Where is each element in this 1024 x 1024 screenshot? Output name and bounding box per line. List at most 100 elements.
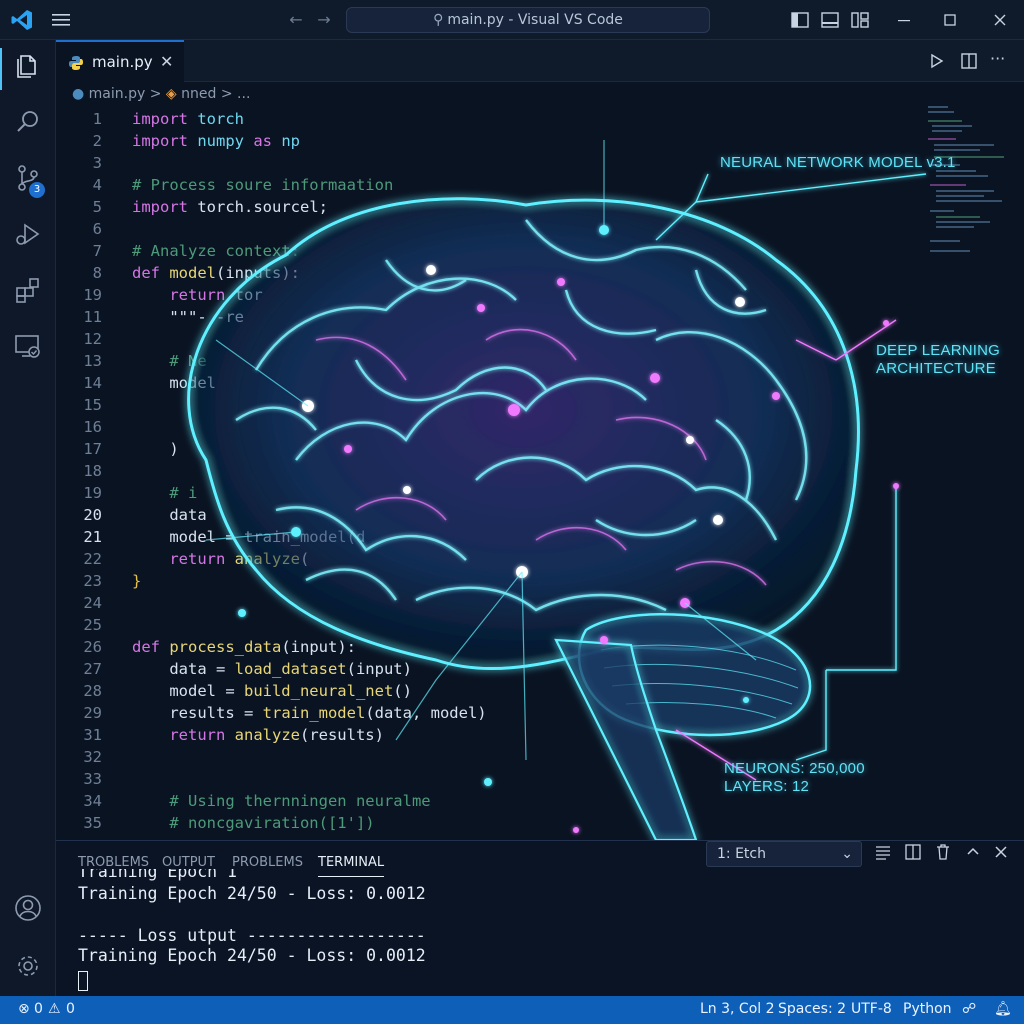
- line-number: 19: [83, 286, 102, 304]
- encoding[interactable]: UTF-8: [851, 1001, 892, 1017]
- account-icon[interactable]: [12, 892, 44, 924]
- notifications-bell-icon[interactable]: 🔔︎: [994, 1001, 1012, 1017]
- search-icon[interactable]: [12, 106, 44, 138]
- line-number: 20: [83, 506, 102, 524]
- code-token: (input):: [281, 638, 356, 656]
- code-token: model: [160, 264, 216, 282]
- breadcrumb-more[interactable]: ...: [237, 86, 250, 102]
- line-number: 26: [83, 638, 102, 656]
- code-text: def process_data(input):: [132, 636, 356, 658]
- tab-main-py[interactable]: main.py ✕: [56, 40, 184, 82]
- error-icon[interactable]: ⊗: [18, 1001, 30, 1017]
- panel-tab-troubles[interactable]: TROBLEMS: [78, 855, 149, 870]
- line-number: 32: [83, 748, 102, 766]
- maximize-icon[interactable]: [940, 10, 960, 30]
- error-count[interactable]: 0: [34, 1001, 43, 1017]
- code-token: ): [132, 440, 179, 458]
- feedback-icon[interactable]: ☍: [962, 1001, 976, 1017]
- line-number: 27: [83, 660, 102, 678]
- code-token: model = train_model(d: [132, 528, 366, 546]
- terminal-actions-list-icon[interactable]: [874, 843, 892, 861]
- panel-tab-problems[interactable]: PROBLEMS: [232, 855, 303, 870]
- code-text: # Ne: [132, 350, 206, 372]
- search-icon: ⚲: [433, 12, 444, 28]
- code-text: results = train_model(data, model): [132, 702, 486, 724]
- callout-layers: LAYERS: 12: [724, 778, 810, 795]
- line-number: 18: [83, 462, 102, 480]
- code-token: }: [132, 572, 142, 590]
- language-mode[interactable]: Python: [903, 1001, 952, 1017]
- close-panel-icon[interactable]: [992, 843, 1010, 861]
- run-debug-icon[interactable]: [12, 218, 44, 250]
- toggle-primary-sidebar-icon[interactable]: [790, 10, 810, 30]
- tab-label: main.py: [92, 53, 153, 71]
- line-number: 25: [83, 616, 102, 634]
- line-number: 3: [92, 154, 102, 172]
- chevron-up-icon[interactable]: [964, 843, 982, 861]
- toggle-panel-icon[interactable]: [820, 10, 840, 30]
- terminal-output[interactable]: Training Epoch 1 Training Epoch 24/50 - …: [78, 869, 998, 995]
- line-number: 29: [83, 704, 102, 722]
- command-center-search[interactable]: ⚲ main.py - Visual VS Code: [346, 7, 710, 33]
- code-token: # Analyze context:: [132, 242, 300, 260]
- callout-neurons: NEURONS: 250,000: [724, 760, 865, 777]
- tab-close-icon[interactable]: ✕: [160, 52, 173, 71]
- code-token: import: [132, 198, 188, 216]
- run-python-file-icon[interactable]: [928, 52, 946, 70]
- cursor-position[interactable]: Ln 3, Col 2: [700, 1001, 775, 1017]
- forward-arrow-icon[interactable]: →: [314, 10, 334, 30]
- code-token: results =: [132, 704, 263, 722]
- terminal-select[interactable]: 1: Etch ⌄: [706, 841, 862, 867]
- close-icon[interactable]: [990, 10, 1010, 30]
- code-token: def: [132, 264, 160, 282]
- back-arrow-icon[interactable]: ←: [286, 10, 306, 30]
- panel-tab-output[interactable]: OUTPUT: [162, 855, 215, 870]
- line-number: 1: [92, 110, 102, 128]
- line-number: 8: [92, 264, 102, 282]
- warning-count[interactable]: 0: [66, 1001, 75, 1017]
- code-token: (): [393, 682, 412, 700]
- breadcrumb-symbol[interactable]: nned: [181, 86, 216, 102]
- code-token: train_model: [262, 704, 366, 722]
- extensions-icon[interactable]: [12, 274, 44, 306]
- more-actions-icon[interactable]: ···: [990, 51, 1008, 70]
- line-number: 17: [83, 440, 102, 458]
- line-number: 15: [83, 396, 102, 414]
- code-token: analyze: [225, 550, 300, 568]
- code-token: (: [299, 550, 310, 568]
- customize-layout-icon[interactable]: [850, 10, 870, 30]
- code-token: # Process soure informaation: [132, 176, 394, 194]
- settings-gear-icon[interactable]: [12, 950, 44, 982]
- activity-bar: 3: [0, 40, 56, 996]
- trash-icon[interactable]: [934, 843, 952, 861]
- indentation[interactable]: Spaces: 2: [778, 1001, 846, 1017]
- code-token: analyze: [225, 726, 300, 744]
- vscode-logo-icon[interactable]: [10, 8, 34, 32]
- minimap[interactable]: [926, 100, 1016, 270]
- split-terminal-icon[interactable]: [904, 843, 922, 861]
- code-editor[interactable]: 1 import torch 2 import numpy as np 3 4 # Proc…: [56, 108, 1024, 840]
- command-center-label: main.py - Visual VS Code: [447, 12, 623, 28]
- line-number: 11: [83, 308, 102, 326]
- breadcrumb-python-icon: ●: [72, 86, 85, 102]
- code-text: import torch.sourcel;: [132, 196, 328, 218]
- split-editor-icon[interactable]: [960, 52, 978, 70]
- line-number: 19: [83, 484, 102, 502]
- callout-arch-line2: ARCHITECTURE: [876, 360, 996, 377]
- code-text: import torch: [132, 108, 244, 130]
- code-token: import: [132, 110, 188, 128]
- remote-explorer-icon[interactable]: [12, 330, 44, 362]
- code-text: # noncgaviration([1']): [132, 812, 374, 834]
- line-number: 33: [83, 770, 102, 788]
- code-text: return analyze(: [132, 548, 309, 570]
- breadcrumb-file[interactable]: main.py: [89, 86, 146, 102]
- warning-icon[interactable]: ⚠: [48, 1001, 61, 1017]
- code-token: return: [132, 550, 226, 568]
- code-text: return analyze(results): [132, 724, 384, 746]
- explorer-icon[interactable]: [12, 50, 44, 82]
- code-token: data: [132, 506, 207, 524]
- minimize-icon[interactable]: [894, 10, 914, 30]
- hamburger-menu-icon[interactable]: [50, 9, 72, 31]
- line-number: 21: [83, 528, 102, 546]
- terminal-line: Training Epoch 24/50 - Loss: 0.0012: [78, 946, 426, 965]
